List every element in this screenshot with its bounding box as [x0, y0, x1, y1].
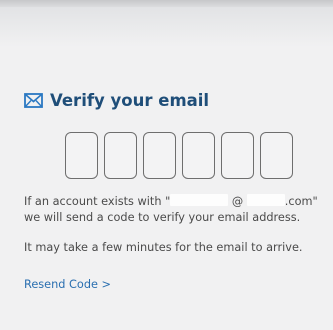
mail-icon [24, 93, 43, 108]
message-line-1: If an account exists with " @ .com" [24, 194, 318, 210]
verify-header: Verify your email [24, 91, 209, 110]
page-title: Verify your email [50, 91, 210, 110]
email-at-sign: @ [231, 195, 244, 208]
arrival-note: It may take a few minutes for the email … [24, 241, 303, 254]
top-bar [0, 0, 333, 7]
resend-code-link[interactable]: Resend Code > [24, 278, 111, 291]
redacted-email-domain [246, 194, 285, 206]
verification-code-input [65, 132, 293, 179]
redacted-email-user [170, 194, 229, 206]
code-digit-4[interactable] [182, 132, 215, 179]
code-digit-1[interactable] [65, 132, 98, 179]
code-digit-6[interactable] [260, 132, 293, 179]
message-suffix: .com" [284, 195, 318, 208]
header-shadow [0, 7, 333, 47]
code-digit-3[interactable] [143, 132, 176, 179]
message-line-2: we will send a code to verify your email… [24, 211, 301, 224]
verification-message: If an account exists with " @ .com" we w… [24, 194, 318, 226]
message-prefix: If an account exists with " [24, 195, 171, 208]
code-digit-2[interactable] [104, 132, 137, 179]
code-digit-5[interactable] [221, 132, 254, 179]
